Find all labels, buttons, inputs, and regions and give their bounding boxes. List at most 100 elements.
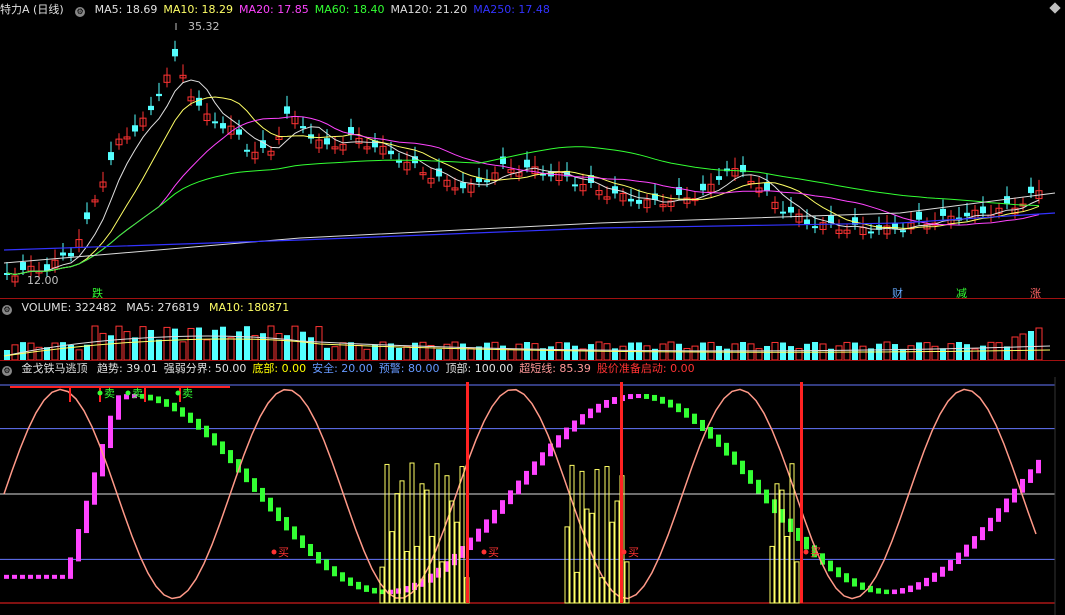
settings-icon[interactable]: ⚙ [2,305,12,315]
bottom-bar [784,535,790,604]
launch-signal-bar [466,382,469,603]
trend-block [948,560,953,571]
volume-bar [476,346,482,360]
trend-block [148,394,153,401]
candle-body [812,226,818,229]
candle-body [244,149,250,152]
candle-body [132,125,138,132]
bottom-bar [459,466,465,604]
bottom-bar [384,463,390,604]
ma-legend: MA5: 18.69 MA10: 18.29 MA20: 17.85 MA60: 18… [95,3,556,16]
settings-icon[interactable]: ⚙ [2,366,12,376]
candle-body [524,159,530,168]
candle-body [700,183,706,191]
indicator-chart[interactable]: 卖 卖 卖买 买 买 买 [0,377,1065,615]
trend-block [196,418,201,430]
candle-body [900,230,906,233]
trend-block [900,588,905,594]
bottom-bar [579,470,585,604]
trend-block [940,566,945,577]
candle-body [108,152,114,161]
volume-bar [1028,331,1034,360]
panel-divider[interactable] [0,298,1065,299]
volume-bar [355,344,363,360]
trend-block [476,528,481,542]
sell-dot [125,390,131,396]
volume-panel-header: ⚙ VOLUME: 322482 MA5: 276819 MA10: 18087… [0,301,295,315]
trend-block [596,403,601,413]
volume-chart[interactable] [0,316,1065,360]
trend-block [172,402,177,412]
trend-block [372,587,377,594]
volume-bar [491,341,499,360]
trend-block [500,500,505,514]
volume-bar [548,346,554,360]
trend-block [1012,488,1017,503]
trend-block [284,517,289,531]
bottom-bar [794,561,800,604]
trend-block [612,397,617,404]
trend-block [348,577,353,586]
trend-block [508,490,513,505]
candle-body [220,123,226,129]
volume-bar [852,342,858,360]
volume-bar [683,347,691,360]
buy-label: 买 [810,546,821,559]
volume-bar [60,342,66,360]
trend-block [692,413,697,424]
volume-bar [931,345,939,360]
bottom-bar [594,469,600,604]
candle-body [572,184,578,187]
bottom-bar [394,493,400,604]
trend-block [988,517,993,532]
candle-body [780,211,786,214]
candle-body [764,182,770,191]
panel-toggle-icon[interactable] [1049,2,1061,14]
volume-bar [900,348,906,360]
trend-block [700,419,705,431]
candle-body [636,199,642,204]
buy-dot [271,549,277,555]
settings-icon[interactable]: ⚙ [75,7,86,17]
volume-bar [412,342,418,360]
trend-block [20,574,25,579]
bottom-bar [414,545,420,604]
trend-block [356,581,361,590]
bottom-bar [599,577,605,604]
trend-block [516,480,521,495]
trend-block [564,427,569,440]
indicator-title[interactable]: 金戈铁马逃顶 [22,362,88,375]
candle-body [388,150,394,155]
volume-bar [964,344,970,360]
panel-divider[interactable] [0,360,1065,361]
trend-block [764,489,769,504]
trend-block [324,559,329,571]
candle-body [964,212,970,217]
trend-block [340,572,345,582]
trend-block [292,526,297,540]
trend-block [52,574,57,579]
volume-bar [75,349,83,360]
volume-bar [507,348,515,360]
indicator-field: 底部: 0.00 [252,362,307,375]
trend-block [1036,459,1041,474]
volume-bar [531,343,539,360]
trend-block [220,441,225,455]
volume-bar [179,341,187,360]
trend-block [644,394,649,399]
volume-bar [1035,327,1043,360]
indicator-field: 强弱分界: 50.00 [163,362,247,375]
trend-block [980,527,985,541]
trend-block [836,567,841,578]
stock-title[interactable]: 特力A (日线) [0,3,64,16]
trend-block [716,434,721,447]
trend-block [748,470,753,484]
volume-bar [419,341,427,360]
candlestick-chart[interactable] [0,18,1065,298]
sell-label: 卖 [104,387,115,400]
trend-block [4,574,9,579]
trend-block [1004,498,1009,513]
indicator-field: 预警: 80.00 [378,362,440,375]
volume-bar [196,327,202,360]
buy-dot [481,549,487,555]
